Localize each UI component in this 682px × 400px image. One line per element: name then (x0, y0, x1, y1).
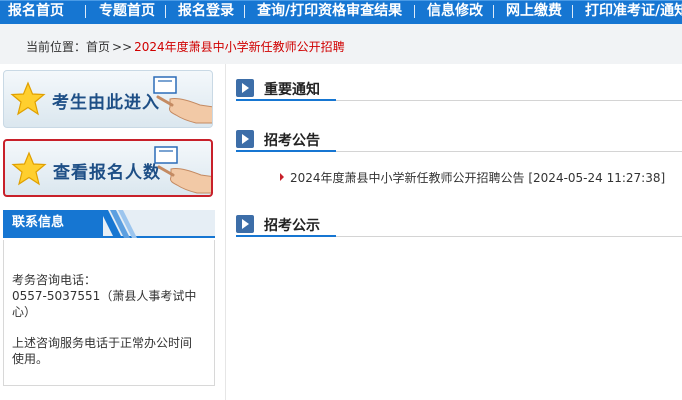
star-icon (10, 81, 46, 116)
nav-divider (493, 5, 494, 18)
breadcrumb-home-link[interactable]: 首页 (86, 40, 110, 54)
nav-item-review-results[interactable]: 查询/打印资格审查结果 (257, 1, 402, 23)
play-arrow-icon (236, 79, 254, 97)
nav-divider (244, 5, 245, 18)
contact-phone-number: 0557-5037551（萧县人事考试中 (12, 289, 197, 303)
contact-phone-label: 考务咨询电话： (12, 273, 97, 287)
top-nav: 报名首页 专题首页 报名登录 查询/打印资格审查结果 信息修改 网上缴费 打印准… (0, 0, 682, 24)
section-title: 招考公告 (264, 133, 320, 149)
play-arrow-icon (236, 130, 254, 148)
nav-item-login[interactable]: 报名登录 (178, 1, 234, 23)
view-applicant-count-button[interactable]: 查看报名人数 (3, 139, 213, 197)
sidebar-divider (225, 64, 226, 400)
enter-exam-button[interactable]: 考生由此进入 (3, 70, 213, 128)
contact-hours-note: 上述咨询服务电话于正常办公时间 (12, 336, 193, 350)
section-accent (236, 235, 336, 237)
nav-item-topic-home[interactable]: 专题首页 (99, 1, 155, 23)
bullet-arrow-icon (280, 173, 284, 181)
nav-divider (414, 5, 415, 18)
breadcrumb-separator: >> (112, 40, 133, 54)
contact-info-title: 联系信息 (3, 210, 103, 238)
announcement-link[interactable]: 2024年度萧县中小学新任教师公开招聘公告 [2024-05-24 11:27:… (280, 169, 665, 186)
section-title: 重要通知 (264, 82, 320, 98)
contact-info-box: 考务咨询电话： 0557-5037551（萧县人事考试中 心） 上述咨询服务电话… (3, 240, 215, 386)
section-recruitment-announcements: 招考公告 (236, 127, 682, 152)
nav-divider (165, 5, 166, 18)
nav-divider (85, 5, 86, 18)
pointing-hand-icon (154, 146, 211, 194)
header-stripes-decoration (100, 210, 137, 238)
contact-phone-number-cont: 心） (12, 305, 37, 319)
section-title: 招考公示 (264, 218, 320, 234)
play-arrow-icon (236, 215, 254, 233)
breadcrumb: 当前位置：首页 >> 2024年度萧县中小学新任教师公开招聘 (26, 38, 345, 55)
section-important-notices: 重要通知 (236, 76, 682, 101)
pointing-hand-icon (153, 76, 212, 124)
section-accent (236, 150, 336, 152)
section-accent (236, 99, 336, 101)
nav-item-print-admission[interactable]: 打印准考证/通知 (585, 1, 682, 23)
nav-item-payment[interactable]: 网上缴费 (506, 1, 562, 23)
contact-hours-note-cont: 使用。 (12, 352, 49, 366)
nav-item-edit-info[interactable]: 信息修改 (427, 1, 483, 23)
star-icon (11, 151, 47, 186)
breadcrumb-current[interactable]: 2024年度萧县中小学新任教师公开招聘 (134, 40, 345, 54)
announcement-text: 2024年度萧县中小学新任教师公开招聘公告 [2024-05-24 11:27:… (290, 171, 666, 185)
nav-item-signup-home[interactable]: 报名首页 (8, 1, 64, 23)
nav-divider (572, 5, 573, 18)
section-recruitment-publicity: 招考公示 (236, 212, 682, 237)
breadcrumb-prefix: 当前位置： (26, 40, 87, 54)
